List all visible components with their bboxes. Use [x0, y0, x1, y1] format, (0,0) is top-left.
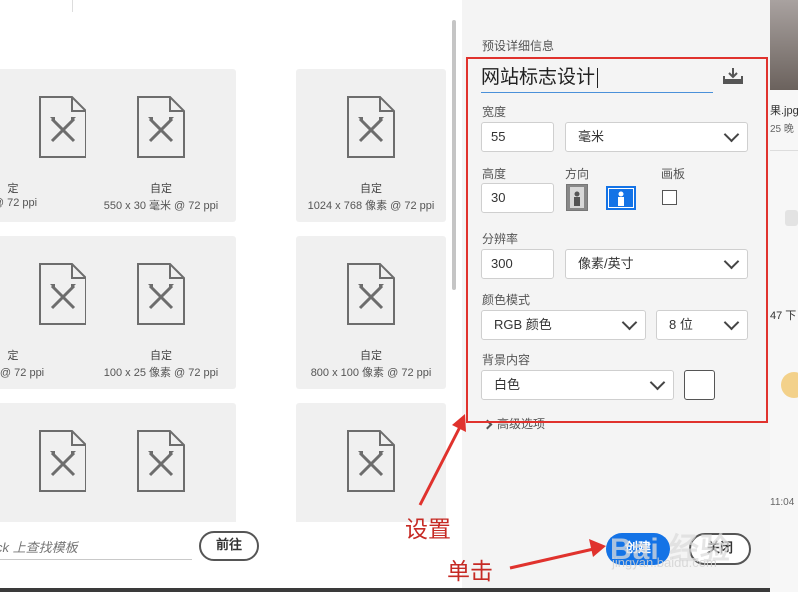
annotation-arrows — [418, 414, 606, 570]
watermark-url: jingyan.baidu.com — [612, 555, 717, 570]
annotation-click-label: 单击 — [447, 559, 493, 585]
annotation-set-label: 设置 — [405, 517, 451, 543]
